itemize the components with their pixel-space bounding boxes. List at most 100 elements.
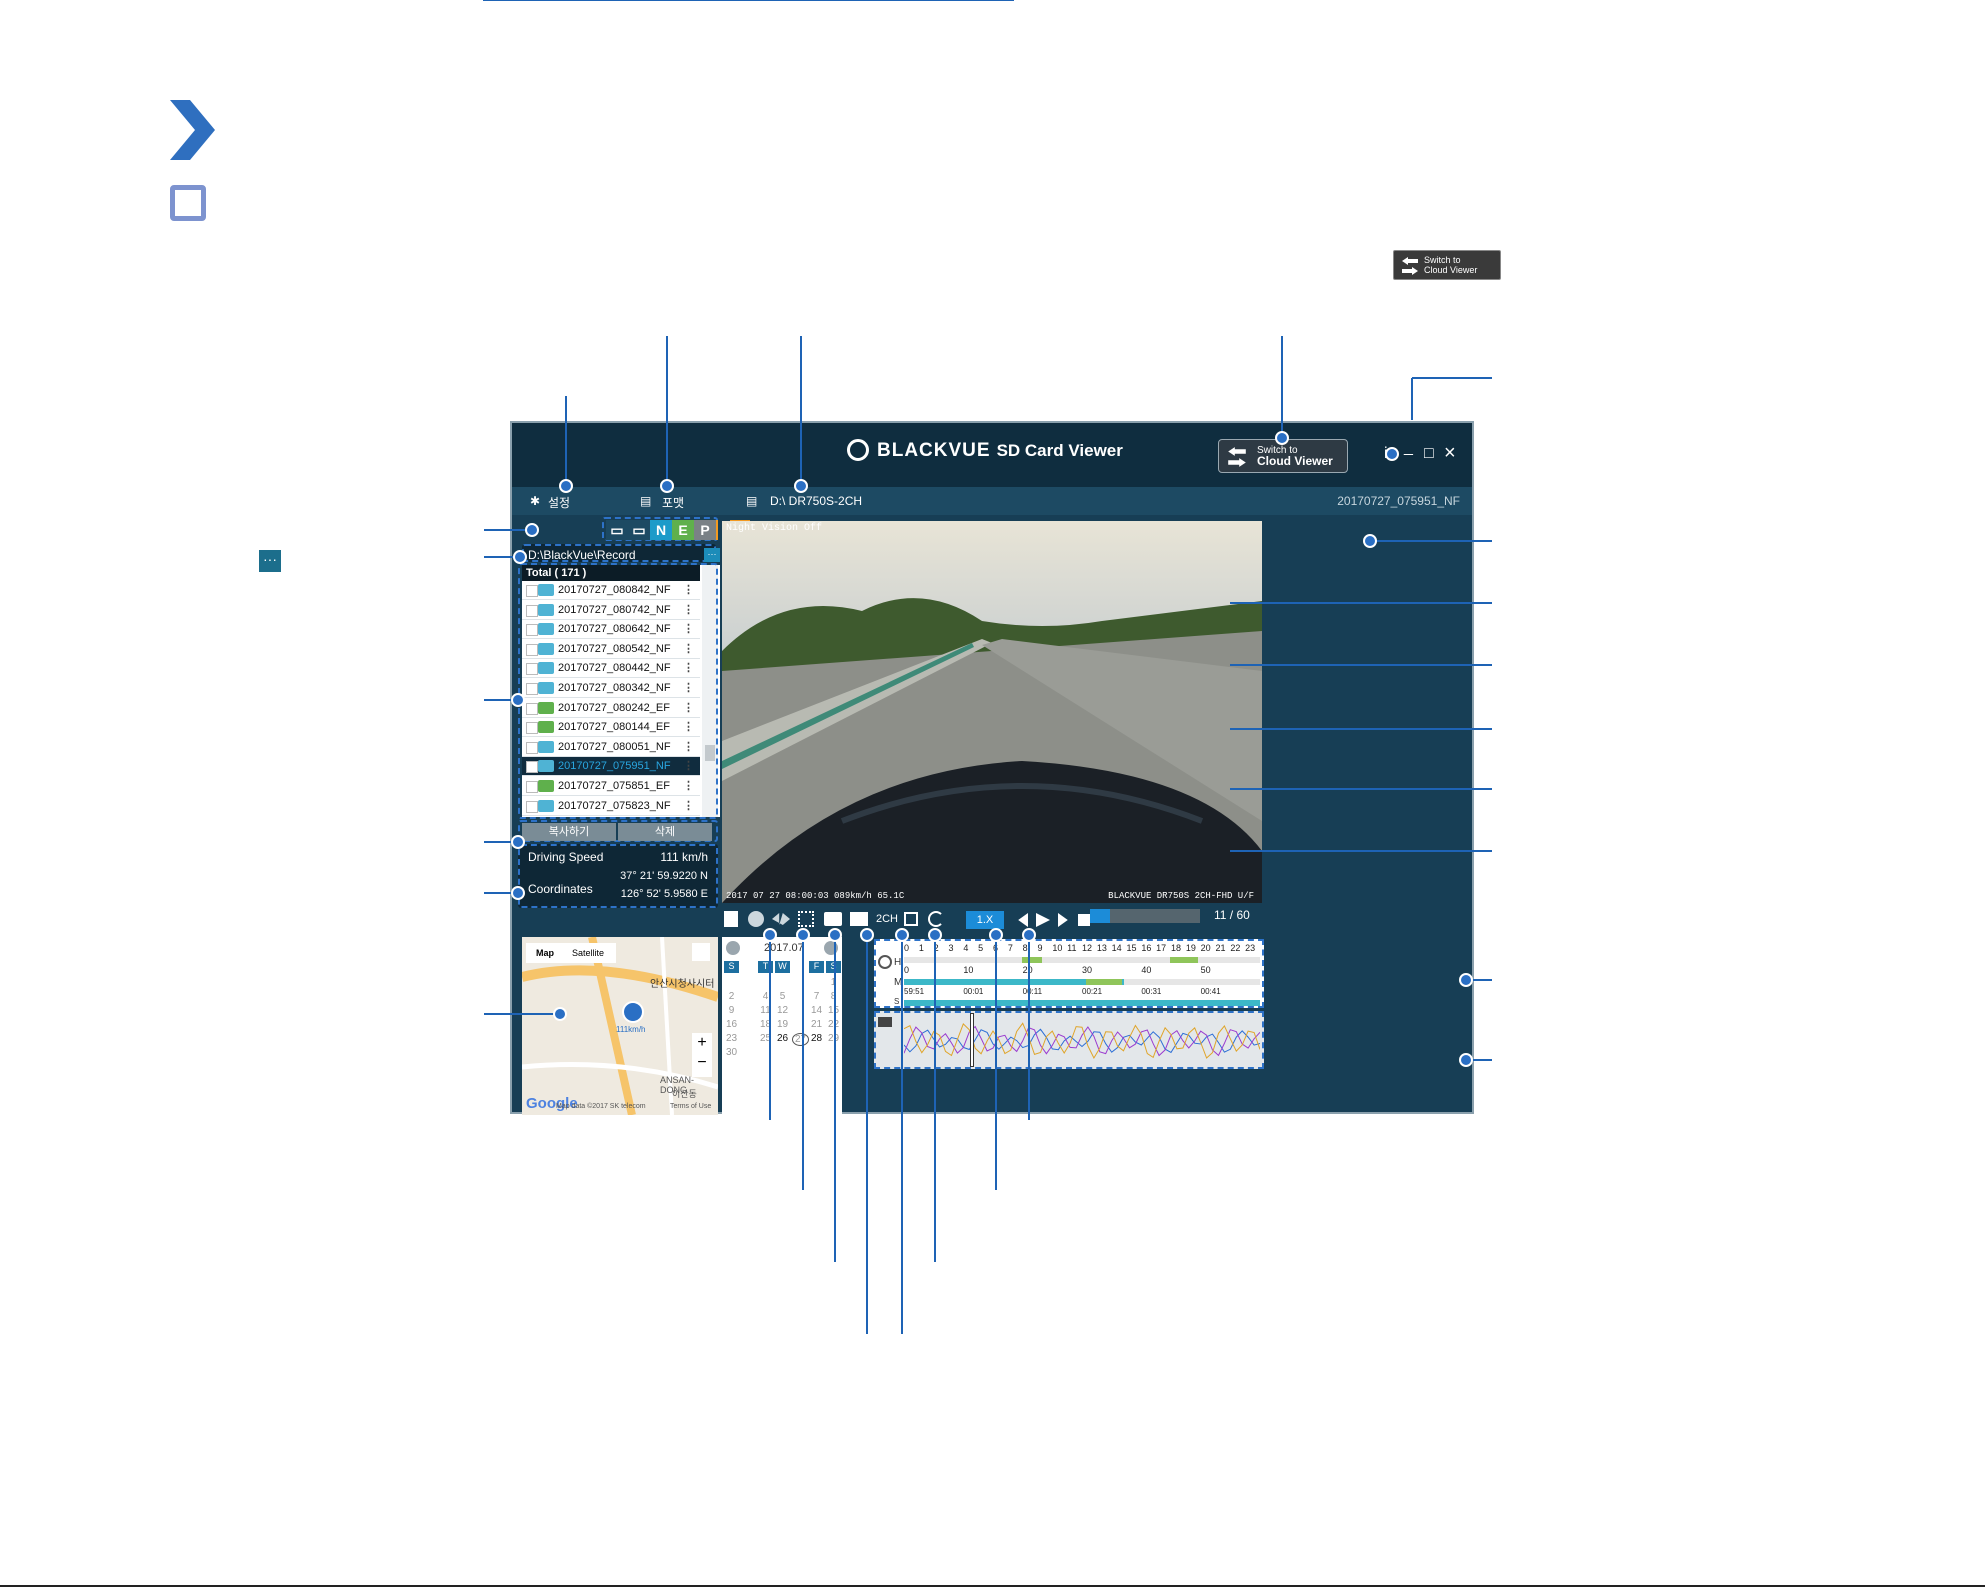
filter-normal[interactable]: N [650, 520, 672, 540]
timeline-panel[interactable]: H M S 0 1 2 3 4 5 6 7 8 9 10 11 12 13 14 15 16 17 18 19 20 21… [874, 939, 1264, 1008]
coordinates-label: Coordinates [528, 882, 593, 896]
zoom-out-button[interactable]: − [692, 1053, 712, 1073]
logo-title: SD Card Viewer [996, 441, 1123, 460]
calendar-day[interactable]: 30 [724, 1047, 739, 1058]
minimize-icon[interactable]: _ [1404, 439, 1413, 457]
info-icon[interactable]: i [1384, 445, 1388, 463]
settings-button[interactable]: 설정 [548, 494, 570, 511]
front-camera-filter[interactable]: ▭ [606, 520, 628, 540]
calendar-day[interactable]: 22 [826, 1019, 841, 1030]
timeline-tick-label: 00:21 [1082, 987, 1103, 996]
map-panel[interactable]: Map Satellite 안산시청사시터 111km/h ANSAN-DONG… [522, 937, 718, 1115]
footer-rule [0, 1585, 1985, 1587]
calendar-day[interactable]: 28 [809, 1033, 824, 1044]
map-tab[interactable]: Map [536, 943, 554, 963]
calendar-day[interactable]: 27 [792, 1033, 809, 1046]
previous-icon[interactable] [1018, 913, 1028, 927]
progress-bar[interactable] [1090, 909, 1200, 923]
rear-camera-filter[interactable]: ▭ [628, 520, 650, 540]
calendar-day[interactable]: 21 [809, 1019, 824, 1030]
sd-card-icon[interactable]: ▤ [640, 494, 651, 508]
video-overlay-model: BLACKVUE DR750S 2CH-FHD U/F [1108, 891, 1254, 901]
flip-horizontal-icon[interactable] [772, 913, 790, 925]
file-action-bar: 복사하기 삭제 [518, 820, 718, 842]
street-view-icon[interactable] [692, 943, 710, 961]
progress-fill [1090, 909, 1110, 923]
next-month-icon[interactable] [824, 941, 838, 955]
calendar-day[interactable]: 7 [809, 991, 824, 1002]
format-button[interactable]: 포맷 [662, 494, 684, 511]
calendar-day[interactable]: 29 [826, 1033, 841, 1044]
fullscreen-icon[interactable] [798, 911, 814, 927]
graph-playhead[interactable] [970, 1013, 974, 1067]
timeline-tick-label: 10 [963, 965, 974, 975]
calendar-day[interactable]: 19 [775, 1019, 790, 1030]
calendar-day[interactable]: 1 [826, 977, 841, 988]
close-icon[interactable]: × [1444, 442, 1456, 465]
toolbar: ✱ 설정 ▤ 포맷 ▤ D:\ DR750S-2CH 20170727_0759… [512, 487, 1472, 515]
calendar-day[interactable]: 5 [775, 991, 790, 1002]
calendar-month: 2017.07 [764, 942, 804, 954]
video-overlay-timestamp: 2017 07 27 08:00:03 089km/h 65.1C [726, 891, 905, 901]
callout-line [497, 0, 842, 1]
folder-path: D:\BlackVue\Record ··· [522, 544, 720, 562]
switch-reference-label: Switch to Cloud Viewer [1424, 255, 1478, 275]
timeline-tick-label: 18 [1171, 943, 1182, 953]
flip-vertical-icon[interactable] [748, 911, 764, 927]
calendar-day[interactable]: 26 [775, 1033, 790, 1044]
filter-manual-edge[interactable] [716, 520, 718, 540]
g-sensor-graph[interactable] [874, 1011, 1264, 1069]
channel-label[interactable]: 2CH [876, 913, 898, 925]
calendar-day[interactable]: 14 [809, 1005, 824, 1016]
callout-line [1411, 378, 1413, 420]
calendar-day[interactable]: 15 [826, 1005, 841, 1016]
browse-folder-button[interactable]: ··· [704, 548, 720, 562]
clock-icon [878, 955, 892, 969]
calendar-day[interactable]: 11 [758, 1005, 773, 1016]
calendar-day[interactable]: 23 [724, 1033, 739, 1044]
calendar-day[interactable]: 2 [724, 991, 739, 1002]
delete-button[interactable]: 삭제 [618, 823, 712, 841]
timeline-tick-label: 10 [1052, 943, 1063, 953]
copy-button[interactable]: 복사하기 [522, 823, 616, 841]
calendar-day[interactable]: 16 [724, 1019, 739, 1030]
filter-event[interactable]: E [672, 520, 694, 540]
switch-to-cloud-viewer-button[interactable]: Switch to Cloud Viewer [1218, 439, 1348, 473]
previous-month-icon[interactable] [726, 941, 740, 955]
weekday-label [792, 961, 807, 973]
g-sensor-lines [904, 1022, 1260, 1060]
callout-line [1412, 377, 1492, 379]
gear-icon[interactable]: ✱ [530, 494, 540, 508]
timeline-minute-label: M [894, 977, 903, 988]
play-icon[interactable] [1036, 913, 1050, 927]
playback-speed-button[interactable]: 1.X [966, 911, 1004, 929]
maximize-icon[interactable]: □ [1424, 445, 1434, 463]
calendar-day[interactable]: 25 [758, 1033, 773, 1044]
filter-parking[interactable]: P [694, 520, 716, 540]
print-icon[interactable] [850, 912, 868, 926]
calendar-day[interactable]: 9 [724, 1005, 739, 1016]
hour-segment [1170, 957, 1198, 963]
calendar-day[interactable]: 12 [775, 1005, 790, 1016]
switch-arrows-icon [1402, 257, 1418, 275]
calendar-day[interactable]: 8 [826, 991, 841, 1002]
front-rear-toggle-icon[interactable] [724, 911, 738, 927]
next-icon[interactable] [1058, 913, 1068, 927]
camera-snapshot-icon[interactable] [824, 912, 842, 926]
stop-icon[interactable] [1078, 914, 1090, 926]
g-sensor-icon [878, 1017, 892, 1027]
zoom-in-button[interactable]: + [692, 1033, 712, 1053]
rotate-icon[interactable] [928, 911, 944, 927]
calendar-day[interactable]: 4 [758, 991, 773, 1002]
timeline-tick-label: 30 [1082, 965, 1093, 975]
pip-toggle-icon[interactable] [904, 912, 918, 926]
timeline-tick-label: 16 [1141, 943, 1152, 953]
map-terms-link[interactable]: Terms of Use [670, 1103, 711, 1110]
folder-path-text: D:\BlackVue\Record [528, 548, 636, 562]
video-player[interactable]: Night Vision Off 2017 07 27 08:00:03 089… [722, 521, 1262, 903]
callout-line [484, 0, 530, 1]
driving-speed-label: Driving Speed [528, 850, 604, 864]
calendar-day[interactable]: 18 [758, 1019, 773, 1030]
satellite-tab[interactable]: Satellite [572, 943, 604, 963]
minute-segment [1086, 979, 1122, 985]
